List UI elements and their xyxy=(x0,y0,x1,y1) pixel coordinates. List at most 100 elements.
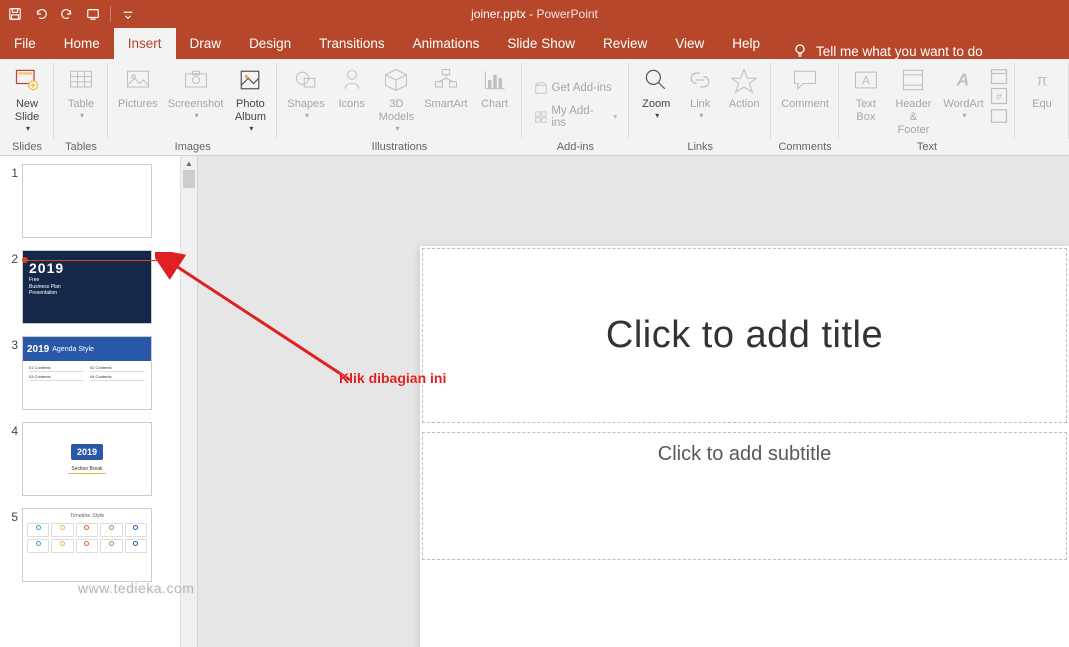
zoom-button[interactable]: Zoom▾ xyxy=(635,62,677,123)
textbox-icon: A xyxy=(850,64,882,96)
header-footer-icon xyxy=(897,64,929,96)
group-text: A Text Box Header & Footer A WordArt▾ # … xyxy=(839,59,1015,155)
thumbnail-scrollbar[interactable]: ▲ xyxy=(180,156,197,647)
svg-text:A: A xyxy=(862,73,871,87)
scroll-up-icon[interactable]: ▲ xyxy=(181,156,197,170)
3d-models-button[interactable]: 3D Models▾ xyxy=(375,62,418,136)
get-addins-button[interactable]: Get Add-ins xyxy=(528,79,618,97)
tab-file[interactable]: File xyxy=(0,28,50,59)
title-bar: joiner.pptx - PowerPoint xyxy=(0,0,1069,28)
subtitle-placeholder[interactable]: Click to add subtitle xyxy=(422,432,1067,560)
tab-transitions[interactable]: Transitions xyxy=(305,28,399,59)
zoom-icon xyxy=(640,64,672,96)
slide-thumbnail[interactable] xyxy=(22,164,152,238)
redo-icon[interactable] xyxy=(56,3,78,25)
group-symbols: π Equ xyxy=(1015,59,1069,155)
workspace: 1 2 2019 Free Business Plan Presentation… xyxy=(0,156,1069,647)
separator xyxy=(110,6,111,22)
slide-thumbnail[interactable]: Timeline Style xyxy=(22,508,152,582)
photo-album-icon xyxy=(234,64,266,96)
icons-icon xyxy=(336,64,368,96)
save-icon[interactable] xyxy=(4,3,26,25)
svg-text:#: # xyxy=(996,92,1002,103)
active-slide[interactable]: Click to add title Click to add subtitle xyxy=(420,246,1069,647)
chart-icon xyxy=(479,64,511,96)
wordart-button[interactable]: A WordArt▾ xyxy=(940,62,987,123)
comment-icon xyxy=(789,64,821,96)
action-button[interactable]: Action xyxy=(723,62,765,113)
group-addins: Get Add-ins My Add-ins▾ Add-ins xyxy=(522,59,630,155)
new-slide-button[interactable]: New Slide▾ xyxy=(6,62,48,136)
slide-canvas-area: Click to add title Click to add subtitle xyxy=(198,156,1069,647)
tab-help[interactable]: Help xyxy=(718,28,774,59)
slide-item-5: 5 Timeline Style xyxy=(4,508,176,582)
tab-slideshow[interactable]: Slide Show xyxy=(493,28,589,59)
tab-review[interactable]: Review xyxy=(589,28,661,59)
slide-thumbnail-panel: 1 2 2019 Free Business Plan Presentation… xyxy=(0,156,198,647)
start-from-beginning-icon[interactable] xyxy=(82,3,104,25)
smartart-button[interactable]: SmartArt xyxy=(420,62,471,113)
link-icon xyxy=(684,64,716,96)
watermark: www.tedieka.com xyxy=(78,580,194,596)
equation-button[interactable]: π Equ xyxy=(1021,62,1063,113)
smartart-icon xyxy=(430,64,462,96)
link-button[interactable]: Link▾ xyxy=(679,62,721,123)
group-images: Pictures Screenshot▾ Photo Album▾ Images xyxy=(108,59,277,155)
comment-button[interactable]: Comment xyxy=(777,62,833,113)
slide-item-1: 1 xyxy=(4,164,176,238)
table-icon xyxy=(65,64,97,96)
pictures-icon xyxy=(122,64,154,96)
ribbon: New Slide▾ Slides Table▾ Tables Pictures… xyxy=(0,59,1069,156)
tab-draw[interactable]: Draw xyxy=(176,28,236,59)
cube-icon xyxy=(380,64,412,96)
filename: joiner.pptx xyxy=(471,7,526,21)
header-footer-button[interactable]: Header & Footer xyxy=(889,62,938,140)
date-time-icon[interactable] xyxy=(989,66,1009,84)
action-icon xyxy=(728,64,760,96)
window-title: joiner.pptx - PowerPoint xyxy=(471,7,598,21)
store-icon xyxy=(534,81,548,95)
svg-text:π: π xyxy=(1037,72,1048,89)
wordart-icon: A xyxy=(947,64,979,96)
annotation-cursor-line xyxy=(26,260,166,261)
tab-home[interactable]: Home xyxy=(50,28,114,59)
object-icon[interactable] xyxy=(989,106,1009,124)
my-addins-button[interactable]: My Add-ins▾ xyxy=(528,103,624,131)
app-name: PowerPoint xyxy=(537,7,598,21)
quick-access-toolbar xyxy=(4,3,139,25)
photo-album-button[interactable]: Photo Album▾ xyxy=(229,62,271,136)
group-slides: New Slide▾ Slides xyxy=(0,59,54,155)
icons-button[interactable]: Icons xyxy=(331,62,373,113)
table-button[interactable]: Table▾ xyxy=(60,62,102,123)
slide-number-icon[interactable]: # xyxy=(989,86,1009,104)
scrollbar-thumb[interactable] xyxy=(183,170,195,188)
slide-thumbnail[interactable]: 2019 Free Business Plan Presentation xyxy=(22,250,152,324)
group-links: Zoom▾ Link▾ Action Links xyxy=(629,59,771,155)
new-slide-icon xyxy=(11,64,43,96)
group-illustrations: Shapes▾ Icons 3D Models▾ SmartArt Chart … xyxy=(277,59,521,155)
customize-qat-icon[interactable] xyxy=(117,3,139,25)
tab-insert[interactable]: Insert xyxy=(114,28,176,59)
tab-animations[interactable]: Animations xyxy=(399,28,494,59)
group-tables: Table▾ Tables xyxy=(54,59,108,155)
equation-icon: π xyxy=(1026,64,1058,96)
text-box-button[interactable]: A Text Box xyxy=(845,62,887,126)
svg-text:A: A xyxy=(956,69,970,89)
slide-thumbnail[interactable]: 2019 Section Break xyxy=(22,422,152,496)
slide-item-4: 4 2019 Section Break xyxy=(4,422,176,496)
title-placeholder[interactable]: Click to add title xyxy=(422,248,1067,423)
pictures-button[interactable]: Pictures xyxy=(114,62,162,113)
slide-item-2: 2 2019 Free Business Plan Presentation xyxy=(4,250,176,324)
shapes-button[interactable]: Shapes▾ xyxy=(283,62,328,123)
tell-me-search[interactable]: Tell me what you want to do xyxy=(792,43,983,59)
slide-list: 1 2 2019 Free Business Plan Presentation… xyxy=(0,156,180,647)
addins-icon xyxy=(534,110,548,124)
undo-icon[interactable] xyxy=(30,3,52,25)
shapes-icon xyxy=(290,64,322,96)
tab-view[interactable]: View xyxy=(661,28,718,59)
screenshot-button[interactable]: Screenshot▾ xyxy=(164,62,228,123)
slide-thumbnail[interactable]: 2019Agenda Style 01 Contents 02 Contents… xyxy=(22,336,152,410)
screenshot-icon xyxy=(180,64,212,96)
tab-design[interactable]: Design xyxy=(235,28,305,59)
chart-button[interactable]: Chart xyxy=(474,62,516,113)
